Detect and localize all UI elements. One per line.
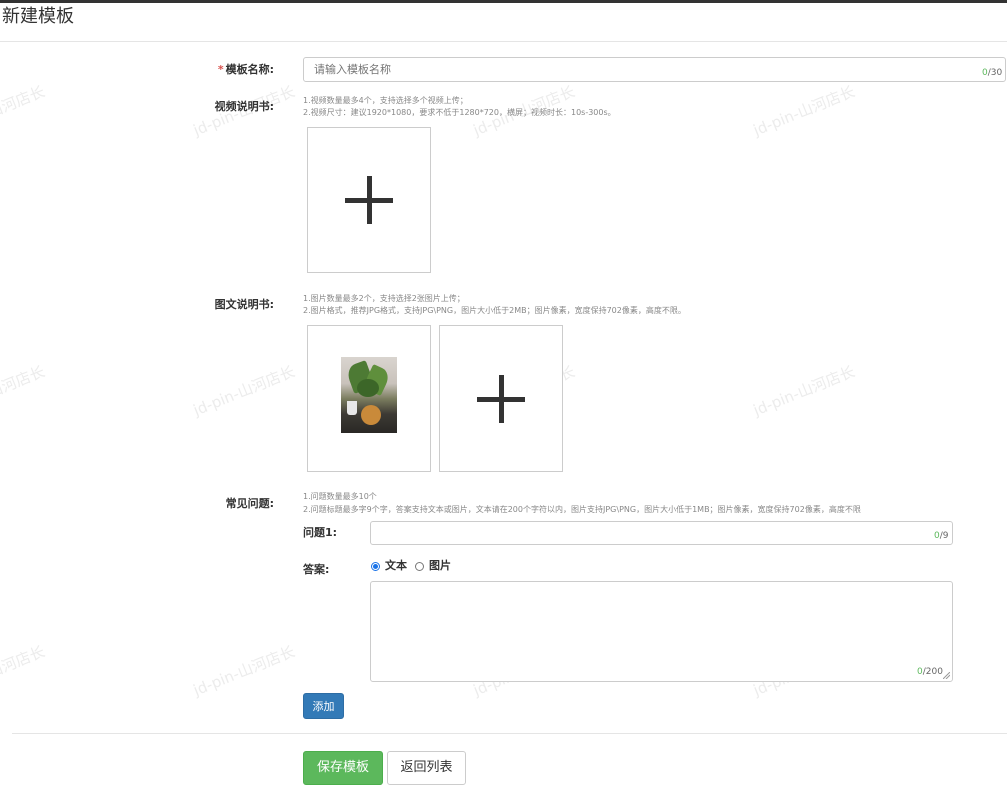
divider — [12, 733, 1007, 734]
save-template-button[interactable]: 保存模板 — [303, 751, 383, 785]
uploaded-image-thumbnail[interactable] — [341, 357, 397, 433]
answer-type-text-label: 文本 — [385, 559, 407, 572]
watermark: jd-pin-山河店长 — [0, 82, 48, 140]
page-title: 新建模板 — [2, 6, 74, 27]
answer-type-text-radio[interactable]: 文本 — [371, 559, 407, 573]
watermark: jd-pin-山河店长 — [750, 82, 858, 140]
watermark: jd-pin-山河店长 — [190, 642, 298, 700]
watermark: jd-pin-山河店长 — [190, 362, 298, 420]
faq-hint-line1: 1.问题数量最多10个 — [303, 492, 377, 501]
uploaded-image-slot[interactable] — [307, 325, 431, 472]
video-upload-button[interactable] — [307, 127, 431, 273]
answer-counter: 0/200 — [917, 667, 943, 677]
template-name-label-text: 模板名称: — [225, 63, 274, 76]
image-upload-button[interactable] — [439, 325, 563, 472]
required-mark: * — [217, 63, 224, 76]
radio-unchecked-icon[interactable] — [415, 561, 424, 571]
question-counter: 0/9 — [934, 531, 949, 541]
answer-type-image-radio[interactable]: 图片 — [415, 559, 451, 573]
template-name-input[interactable] — [303, 57, 1006, 82]
answer-textarea[interactable] — [370, 581, 953, 682]
video-manual-label: 视频说明书: — [214, 100, 274, 113]
image-hint-line2: 2.图片格式，推荐JPG格式，支持JPG\PNG，图片大小低于2MB；图片像素，… — [303, 306, 686, 315]
question-label: 问题1: — [303, 526, 338, 539]
image-manual-label: 图文说明书: — [214, 298, 274, 311]
watermark: jd-pin-山河店长 — [750, 362, 858, 420]
template-name-label: * 模板名称: — [200, 63, 274, 77]
question-input[interactable] — [370, 521, 953, 545]
divider — [0, 41, 1007, 42]
image-hint-line1: 1.图片数量最多2个，支持选择2张图片上传； — [303, 294, 465, 303]
watermark: jd-pin-山河店长 — [0, 362, 48, 420]
resize-handle-icon[interactable] — [943, 672, 950, 679]
back-to-list-button[interactable]: 返回列表 — [387, 751, 466, 785]
video-hint-line2: 2.视频尺寸：建议1920*1080，要求不低于1280*720，横屏；视频时长… — [303, 108, 616, 117]
video-hint-line1: 1.视频数量最多4个，支持选择多个视频上传； — [303, 96, 468, 105]
faq-label: 常见问题: — [225, 497, 274, 510]
answer-type-image-label: 图片 — [429, 559, 451, 572]
radio-checked-icon[interactable] — [371, 561, 380, 571]
template-name-counter: 0/30 — [982, 68, 1003, 78]
top-bar — [0, 0, 1007, 3]
watermark: jd-pin-山河店长 — [0, 642, 48, 700]
add-question-button[interactable]: 添加 — [303, 693, 344, 719]
answer-label: 答案: — [303, 563, 330, 576]
faq-hint-line2: 2.问题标题最多字9个字，答案支持文本或图片，文本请在200个字符以内，图片支持… — [303, 505, 861, 514]
